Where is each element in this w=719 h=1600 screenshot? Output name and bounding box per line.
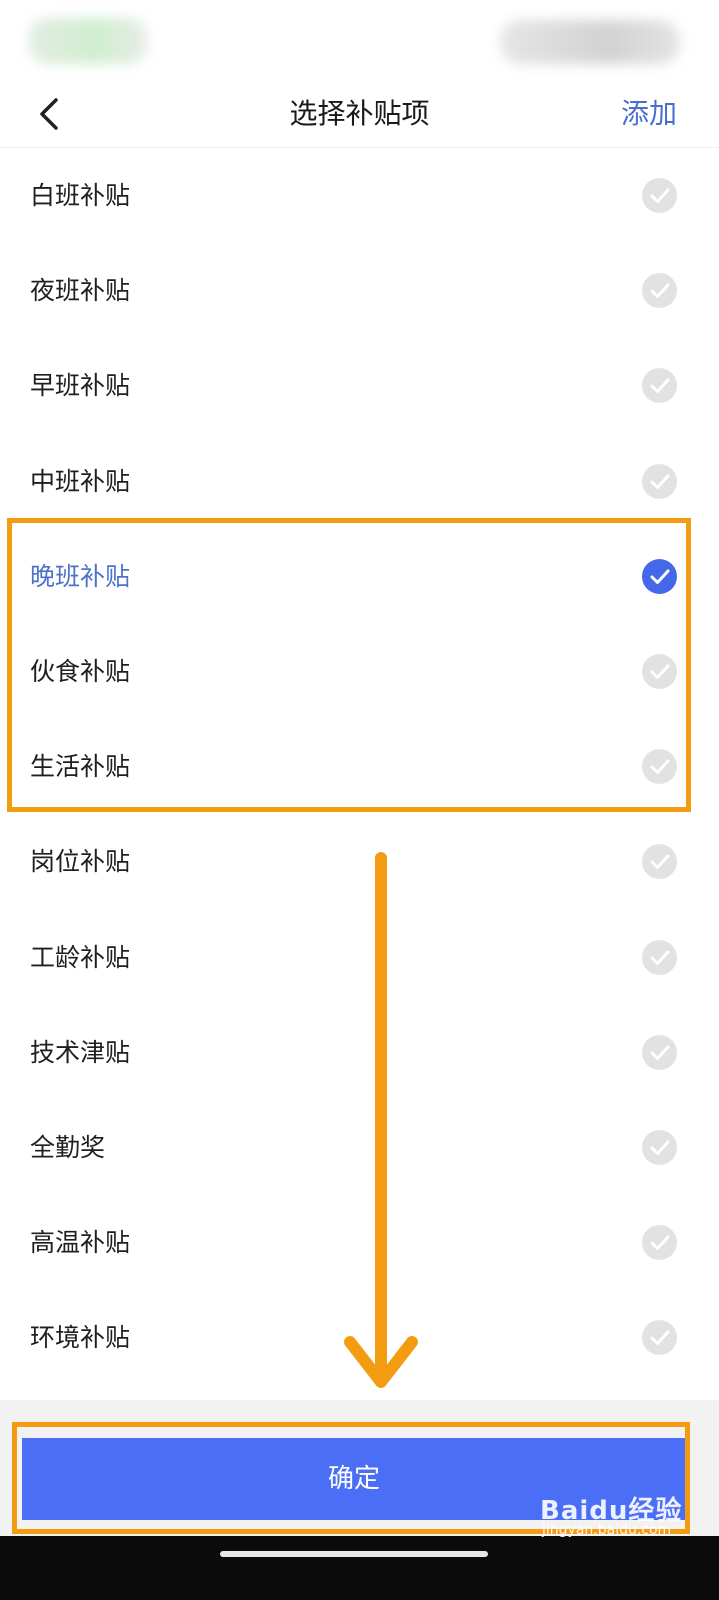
item-label: 岗位补贴 <box>30 847 131 877</box>
item-label: 中班补贴 <box>30 466 131 496</box>
list-item[interactable]: 白班补贴 <box>0 148 719 243</box>
page-title: 选择补贴项 <box>289 97 430 130</box>
item-label: 生活补贴 <box>30 752 131 782</box>
item-label: 环境补贴 <box>30 1323 131 1353</box>
check-circle-icon[interactable] <box>642 749 677 785</box>
check-circle-icon[interactable] <box>642 844 677 880</box>
check-circle-icon[interactable] <box>642 558 677 594</box>
chevron-left-icon <box>40 98 58 130</box>
blurred-status-right <box>500 20 680 64</box>
arrow-down-icon <box>344 852 418 1388</box>
item-label: 伙食补贴 <box>30 656 131 686</box>
add-button[interactable]: 添加 <box>621 80 677 148</box>
check-circle-icon[interactable] <box>642 1034 677 1070</box>
nav-bar: 选择补贴项 添加 <box>0 80 719 148</box>
check-circle-icon[interactable] <box>642 273 677 309</box>
bottom-bar <box>0 1536 719 1600</box>
list-item[interactable]: 伙食补贴 <box>0 624 719 719</box>
blurred-status-left <box>28 18 148 64</box>
list-item[interactable]: 中班补贴 <box>0 434 719 529</box>
item-label: 白班补贴 <box>30 181 131 210</box>
check-circle-icon[interactable] <box>642 1225 677 1261</box>
check-circle-icon[interactable] <box>642 653 677 689</box>
confirm-button[interactable]: 确定 <box>22 1438 686 1520</box>
check-circle-icon[interactable] <box>642 463 677 499</box>
item-label: 夜班补贴 <box>30 276 131 306</box>
item-label: 全勤奖 <box>30 1132 106 1162</box>
list-item[interactable]: 晚班补贴 <box>0 529 719 624</box>
list-item[interactable]: 生活补贴 <box>0 719 719 814</box>
back-button[interactable] <box>30 86 80 142</box>
item-label: 工龄补贴 <box>30 942 131 972</box>
item-label: 技术津贴 <box>30 1037 131 1067</box>
check-circle-icon[interactable] <box>642 939 677 975</box>
item-label: 高温补贴 <box>30 1228 131 1258</box>
check-circle-icon[interactable] <box>642 1320 677 1356</box>
list-item[interactable]: 夜班补贴 <box>0 243 719 338</box>
check-circle-icon[interactable] <box>642 368 677 404</box>
home-indicator[interactable] <box>220 1551 488 1557</box>
check-circle-icon[interactable] <box>642 178 677 213</box>
status-bar <box>0 0 719 80</box>
item-label: 晚班补贴 <box>30 561 131 591</box>
list-item[interactable]: 早班补贴 <box>0 338 719 433</box>
item-label: 早班补贴 <box>30 371 131 401</box>
check-circle-icon[interactable] <box>642 1129 677 1165</box>
